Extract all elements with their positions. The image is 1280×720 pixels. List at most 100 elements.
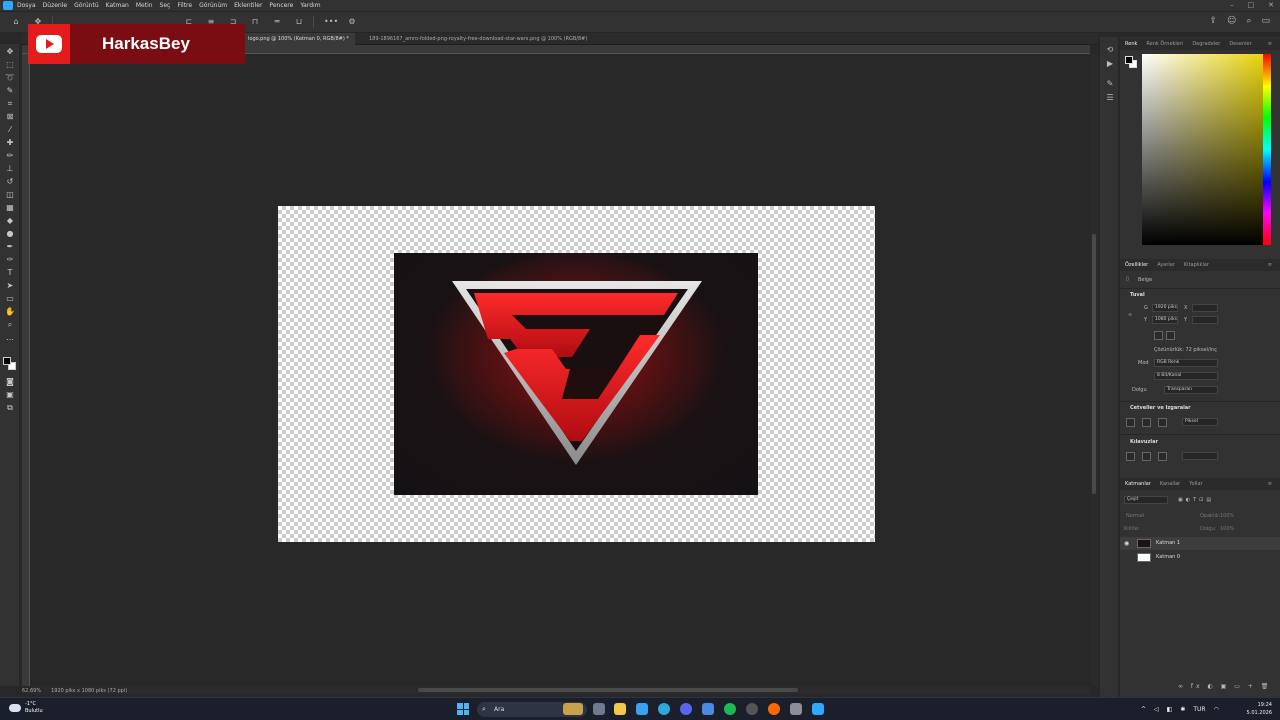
blend-mode-select[interactable]: Normal [1126,513,1144,519]
eraser-tool-icon[interactable]: ◫ [4,189,16,200]
document-canvas[interactable] [278,206,875,542]
stamp-tool-icon[interactable]: ⊥ [4,163,16,174]
history-brush-tool-icon[interactable]: ↺ [4,176,16,187]
menu-layer[interactable]: Katman [106,2,129,9]
pen-tool-2-icon[interactable]: ✑ [4,254,16,265]
language-indicator[interactable]: TUR [1193,702,1205,717]
layer-actions-icons[interactable]: ∞ fx ◐ ▣ ▭ + 🗑 [1178,683,1271,690]
guides-section-title[interactable]: Kılavuzlar [1130,439,1158,445]
spotify-icon[interactable] [724,703,736,715]
quick-select-tool-icon[interactable]: ✎ [4,85,16,96]
workspace-icon[interactable]: ▭ [1261,16,1270,26]
opacity-value[interactable]: 100% [1220,513,1234,519]
pen-tool-icon[interactable]: ✒ [4,241,16,252]
height-field[interactable]: 1080 piks [1152,316,1178,324]
align-bottom-icon[interactable]: ⊔ [293,16,305,28]
bluetooth-icon[interactable]: ✱ [1180,702,1185,717]
mode-select[interactable]: RGB Renk [1154,359,1218,367]
lasso-tool-icon[interactable]: ➰ [4,72,16,83]
home-icon[interactable]: ⌂ [10,16,22,28]
canvas-section-title[interactable]: Tuval [1130,292,1145,298]
settings-gear-icon[interactable]: ⚙ [346,16,358,28]
firefox-icon[interactable] [768,703,780,715]
scrollbar-thumb[interactable] [1092,234,1096,494]
menu-type[interactable]: Metin [136,2,153,9]
layer-row[interactable]: Katman 0 [1120,551,1280,564]
menu-plugins[interactable]: Eklentiler [234,2,262,9]
wifi-icon[interactable]: ◠ [1214,702,1219,717]
screen-mode-icon[interactable]: ▣ [4,389,16,400]
x-field[interactable] [1192,304,1218,312]
guide-layout-icon[interactable] [1158,452,1167,461]
menu-select[interactable]: Seç [160,2,171,9]
tab-gradients[interactable]: Degradeler [1192,41,1220,47]
width-field[interactable]: 1920 piks [1152,304,1178,312]
tab-properties[interactable]: Özellikler [1125,262,1148,268]
search-highlight-icon[interactable] [563,703,583,715]
pixel-grid-icon[interactable] [1158,418,1167,427]
panel-menu-icon[interactable]: ≡ [1268,41,1272,47]
move-tool-icon[interactable]: ✥ [4,46,16,57]
bit-depth-select[interactable]: 8 Bit/Kanal [1154,372,1218,380]
tab-swatches[interactable]: Renk Örnekleri [1146,41,1183,47]
eyedropper-tool-icon[interactable]: ⁄ [4,124,16,135]
tab-paths[interactable]: Yollar [1189,481,1202,487]
more-options-icon[interactable]: ••• [324,16,338,28]
obs-icon[interactable] [746,703,758,715]
menu-view[interactable]: Görünüm [199,2,227,9]
tab-star-wars[interactable]: 189-1896167_amro-folded-png-royalty-free… [363,33,593,45]
marquee-tool-icon[interactable]: ⬚ [4,59,16,70]
portrait-icon[interactable] [1154,331,1163,340]
zoom-level[interactable]: 62,69% [22,686,41,696]
scrollbar-thumb[interactable] [418,688,798,692]
type-tool-icon[interactable]: T [4,267,16,278]
color-picker-field[interactable] [1142,54,1269,245]
network-icon[interactable]: ◧ [1167,702,1173,717]
close-icon[interactable]: ✕ [1268,1,1274,9]
align-top-icon[interactable]: ⊓ [249,16,261,28]
foreground-color-swatch[interactable] [3,357,11,365]
crop-tool-icon[interactable]: ⌗ [4,98,16,109]
brush-tool-icon[interactable]: ✏ [4,150,16,161]
menu-window[interactable]: Pencere [269,2,293,9]
brush-settings-icon[interactable]: ✎ [1105,79,1115,89]
tab-logo[interactable]: logo.png @ 100% (Katman 0, RGB/8#) * [242,33,355,45]
task-view-icon[interactable] [593,703,605,715]
layer-filter-select[interactable]: Çeşit [1124,496,1168,504]
share-icon[interactable]: ⇪ [1210,16,1218,26]
vertical-scrollbar[interactable] [1090,54,1098,686]
app-icon[interactable] [636,703,648,715]
artboard-icon[interactable]: ⧉ [4,402,16,413]
search-icon[interactable]: ⌕ [1246,16,1251,26]
shape-tool-icon[interactable]: ▭ [4,293,16,304]
guide-vertical-icon[interactable] [1126,452,1135,461]
menu-file[interactable]: Dosya [17,2,36,9]
menu-image[interactable]: Görüntü [74,2,99,9]
gradient-tool-icon[interactable]: ▦ [4,202,16,213]
weather-widget[interactable]: -1°C Bulutlu [25,701,43,715]
tab-libraries[interactable]: Kitaplıklar [1184,262,1209,268]
user-icon[interactable]: ☺ [1227,16,1236,26]
hand-tool-icon[interactable]: ✋ [4,306,16,317]
volume-icon[interactable]: ◁ [1154,702,1159,717]
clock[interactable]: 19:24 5.01.2026 [1242,701,1272,717]
tab-color[interactable]: Renk [1125,41,1137,47]
app-icon[interactable] [702,703,714,715]
hue-slider[interactable] [1263,54,1271,245]
frame-tool-icon[interactable]: ⊠ [4,111,16,122]
path-select-tool-icon[interactable]: ➤ [4,280,16,291]
panel-menu-icon[interactable]: ≡ [1268,262,1272,268]
ruler-icon[interactable] [1126,418,1135,427]
foreground-swatch[interactable] [1125,56,1133,64]
file-explorer-icon[interactable] [614,703,626,715]
grid-icon[interactable] [1142,418,1151,427]
healing-tool-icon[interactable]: ✚ [4,137,16,148]
photoshop-icon[interactable] [812,703,824,715]
dodge-tool-icon[interactable]: ● [4,228,16,239]
landscape-icon[interactable] [1166,331,1175,340]
tab-layers[interactable]: Katmanlar [1125,481,1151,487]
guide-color-select[interactable] [1182,452,1218,460]
y-field[interactable] [1192,316,1218,324]
edge-icon[interactable] [658,703,670,715]
more-tools-icon[interactable]: … [4,332,16,343]
